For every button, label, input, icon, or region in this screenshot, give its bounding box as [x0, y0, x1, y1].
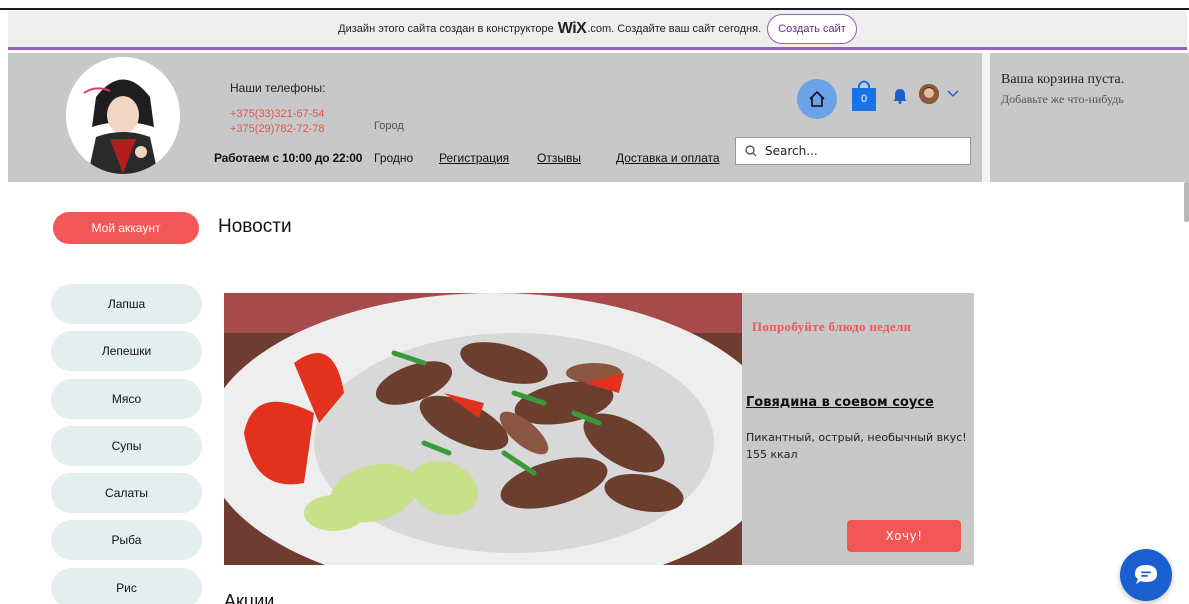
- dish-of-week-label: Попробуйте блюдо недели: [752, 319, 912, 334]
- cart-panel-gap: [982, 53, 990, 182]
- site-logo[interactable]: [66, 57, 180, 174]
- menu-item-flatbread[interactable]: Лепешки: [51, 331, 202, 371]
- search-icon: [745, 145, 757, 157]
- page-title: Новости: [218, 216, 292, 237]
- user-avatar[interactable]: [919, 84, 939, 104]
- dish-description: Пикантный, острый, необычный вкус!: [746, 431, 967, 444]
- home-button[interactable]: [797, 79, 837, 119]
- create-site-button[interactable]: Создать сайт: [767, 13, 857, 44]
- menu-item-fish[interactable]: Рыба: [51, 520, 202, 560]
- beef-dish-image: [224, 293, 742, 565]
- cart-empty-hint: Добавьте же что-нибудь: [1001, 92, 1124, 106]
- chat-icon: [1135, 565, 1157, 584]
- nav-link-reviews[interactable]: Отзывы: [537, 151, 581, 165]
- dish-info-panel: Попробуйте блюдо недели Говядина в соево…: [742, 293, 974, 565]
- banner-text-after: .com. Создайте ваш сайт сегодня.: [587, 22, 762, 35]
- menu-item-soups[interactable]: Супы: [51, 426, 202, 466]
- dish-of-week-banner: Попробуйте блюдо недели Говядина в соево…: [224, 293, 974, 565]
- city-value: Гродно: [374, 151, 414, 165]
- page-scrollbar-thumb[interactable]: [1184, 182, 1189, 222]
- menu-item-meat[interactable]: Мясо: [51, 379, 202, 419]
- logo-character-image: [66, 57, 180, 174]
- dish-calories: 155 ккал: [746, 448, 798, 461]
- menu-item-salads[interactable]: Салаты: [51, 473, 202, 513]
- city-label: Город: [374, 120, 404, 132]
- banner-text-before: Дизайн этого сайта создан в конструкторе: [338, 22, 554, 35]
- cart-count-badge: 0: [860, 93, 868, 105]
- nav-link-delivery[interactable]: Доставка и оплата: [616, 151, 720, 165]
- search-box[interactable]: [735, 137, 971, 165]
- chevron-down-icon[interactable]: [947, 90, 959, 98]
- wix-ad-banner: Дизайн этого сайта создан в конструкторе…: [8, 10, 1187, 50]
- want-dish-button[interactable]: Хочу!: [847, 520, 961, 552]
- promotions-title: Акции: [224, 591, 275, 604]
- search-input[interactable]: [765, 144, 955, 158]
- nav-link-registration[interactable]: Регистрация: [439, 151, 509, 165]
- phone-number-1[interactable]: +375(33)321-67-54: [230, 108, 325, 120]
- wix-logo: WiX: [557, 19, 587, 37]
- bell-icon[interactable]: [893, 88, 907, 104]
- cart-empty-message: Ваша корзина пуста.: [1001, 72, 1125, 87]
- menu-item-noodles[interactable]: Лапша: [51, 284, 202, 324]
- phones-title: Наши телефоны:: [230, 81, 326, 95]
- working-hours: Работаем с 10:00 до 22:00: [214, 151, 363, 165]
- phone-number-2[interactable]: +375(29)782-72-78: [230, 123, 325, 135]
- dish-name-link[interactable]: Говядина в соевом соусе: [746, 395, 934, 410]
- menu-item-rice[interactable]: Рис: [51, 568, 202, 604]
- home-icon: [809, 91, 825, 107]
- cart-button[interactable]: 0: [850, 79, 878, 111]
- avatar-image: [919, 84, 939, 104]
- chat-button[interactable]: [1120, 549, 1172, 601]
- dish-photo[interactable]: [224, 293, 742, 565]
- my-account-button[interactable]: Мой аккаунт: [53, 212, 199, 244]
- site-header: Наши телефоны: +375(33)321-67-54 +375(29…: [8, 53, 982, 182]
